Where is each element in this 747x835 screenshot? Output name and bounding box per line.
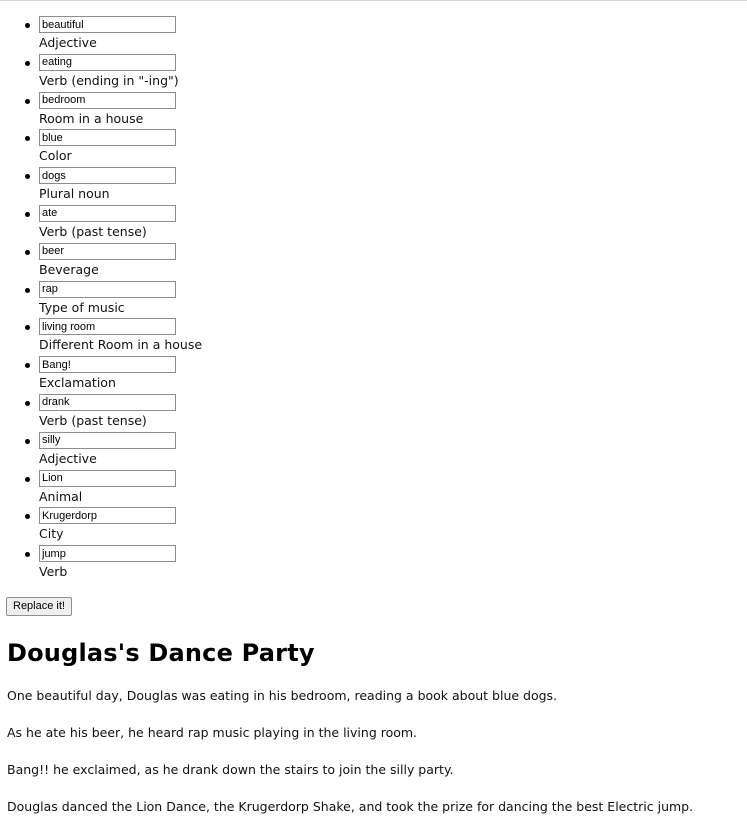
music-type-label: Type of music — [39, 299, 125, 315]
different-room-label: Different Room in a house — [39, 337, 203, 353]
replace-it-button[interactable]: Replace it! — [6, 597, 72, 616]
bullet-icon — [25, 60, 30, 66]
story-paragraph: One beautiful day, Douglas was eating in… — [7, 688, 558, 703]
story-paragraph: As he ate his beer, he heard rap music p… — [7, 725, 418, 740]
bullet-icon — [25, 400, 30, 406]
list-item: Room in a house — [0, 91, 260, 129]
list-item: Different Room in a house — [0, 317, 260, 355]
exclamation-label: Exclamation — [39, 375, 116, 391]
bullet-icon — [25, 363, 30, 369]
list-item: Verb (ending in "-ing") — [0, 53, 260, 91]
list-item: Verb — [0, 544, 260, 582]
list-item: Color — [0, 128, 260, 166]
adjective-label: Adjective — [39, 35, 97, 50]
verb-input[interactable] — [39, 545, 176, 563]
list-item: Verb (past tense) — [0, 393, 260, 431]
verb-ing-input[interactable] — [39, 53, 176, 71]
bullet-icon — [25, 325, 30, 331]
story-paragraph: Bang!! he exclaimed, as he drank down th… — [7, 762, 454, 777]
adjective-2-label: Adjective — [39, 450, 97, 466]
story-body: One beautiful day, Douglas was eating in… — [7, 687, 742, 835]
city-label: City — [39, 526, 64, 542]
exclamation-input[interactable] — [39, 356, 176, 374]
bullet-icon — [25, 23, 30, 28]
music-type-input[interactable] — [39, 280, 176, 298]
room-label: Room in a house — [39, 110, 144, 126]
verb-ing-label: Verb (ending in "-ing") — [39, 72, 179, 88]
animal-label: Animal — [39, 488, 83, 504]
room-input[interactable] — [39, 91, 176, 109]
verb-past-input[interactable] — [39, 204, 176, 222]
verb-past-2-input[interactable] — [39, 393, 176, 411]
list-item: Type of music — [0, 280, 260, 318]
bullet-icon — [25, 249, 30, 255]
bullet-icon — [25, 98, 30, 104]
list-item: Plural noun — [0, 166, 260, 204]
list-item: Animal — [0, 469, 260, 507]
list-item: Verb (past tense) — [0, 204, 260, 242]
color-input[interactable] — [39, 129, 176, 147]
list-item: Adjective — [0, 431, 260, 469]
adjective-2-input[interactable] — [39, 431, 176, 449]
bullet-icon — [25, 476, 30, 482]
different-room-input[interactable] — [39, 318, 176, 336]
list-item: Beverage — [0, 242, 260, 280]
word-input-list: Adjective Verb (ending in "-ing") Room i… — [0, 15, 260, 582]
plural-noun-input[interactable] — [39, 167, 176, 185]
bullet-icon — [25, 174, 30, 180]
adjective-input[interactable] — [39, 16, 176, 33]
beverage-label: Beverage — [39, 261, 99, 277]
verb-past-2-label: Verb (past tense) — [39, 412, 147, 428]
bullet-icon — [25, 514, 30, 520]
plural-noun-label: Plural noun — [39, 186, 110, 202]
list-item: City — [0, 506, 260, 544]
beverage-input[interactable] — [39, 242, 176, 260]
list-item: Exclamation — [0, 355, 260, 393]
bullet-icon — [25, 287, 30, 293]
animal-input[interactable] — [39, 469, 176, 487]
bullet-icon — [25, 552, 30, 558]
verb-past-label: Verb (past tense) — [39, 223, 147, 239]
list-item: Adjective — [0, 15, 260, 53]
verb-label: Verb — [39, 564, 68, 580]
bullet-icon — [25, 438, 30, 444]
color-label: Color — [39, 148, 72, 164]
story-title: Douglas's Dance Party — [7, 639, 315, 667]
bullet-icon — [25, 211, 30, 217]
bullet-icon — [25, 136, 30, 142]
city-input[interactable] — [39, 507, 176, 525]
